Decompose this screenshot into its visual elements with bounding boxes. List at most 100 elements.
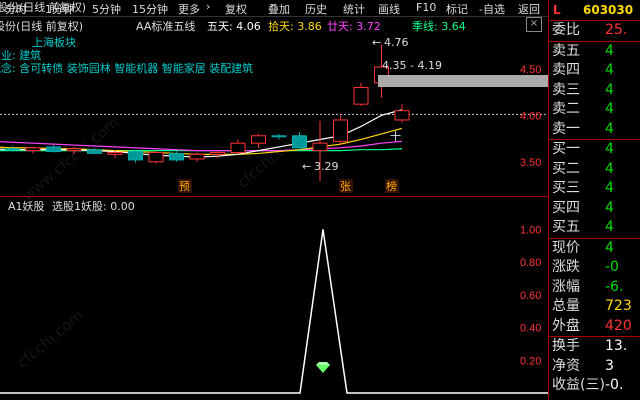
quote-row: 卖一 4 xyxy=(549,120,640,140)
quote-label: 收益(三) xyxy=(552,377,605,393)
quote-label: 卖二 xyxy=(552,101,580,117)
quote-flag: L xyxy=(553,3,561,17)
quote-row: 卖三 4 xyxy=(549,81,640,101)
y-axis-label: 1.00 xyxy=(520,224,541,236)
quote-row: 买四 4 xyxy=(549,199,640,219)
quote-label: 买三 xyxy=(552,180,580,196)
quote-row: 卖二 4 xyxy=(549,100,640,120)
quote-row: 买二 4 xyxy=(549,160,640,180)
ma-info-bar: 金筑股份(日线 前复权) AA标准五线 五天: 4.06 拾天: 3.86 廿天… xyxy=(0,17,548,33)
toolbar-menu: 分时 1分钟 5分钟 15分钟 更多 › 复权 叠加 历史 统计 画线 F10 … xyxy=(0,0,548,17)
quote-value: 4 xyxy=(605,81,614,98)
crosshair-glyph: 十 xyxy=(390,129,401,143)
y-axis-label: 0.20 xyxy=(520,355,541,367)
quote-value: 420 xyxy=(605,317,632,334)
close-icon[interactable]: × xyxy=(526,17,542,32)
quote-label: 净资 xyxy=(552,357,580,374)
price-range-label: 4.35 - 4.19 xyxy=(382,59,442,72)
candle-body xyxy=(353,86,369,105)
btn-overlay[interactable]: 叠加 xyxy=(268,1,290,17)
quote-row: 涨幅 -6. xyxy=(549,278,640,298)
candle-body xyxy=(292,135,307,149)
quote-value: 4 xyxy=(605,101,614,117)
quote-value: 25. xyxy=(605,22,628,38)
candle-body xyxy=(189,153,205,160)
quote-value: 4 xyxy=(605,62,614,78)
tab-more[interactable]: 更多 xyxy=(178,1,200,17)
quote-row: 卖五 4 xyxy=(549,42,640,62)
tab-1min[interactable]: 1分钟 xyxy=(45,1,74,17)
quote-label: 买二 xyxy=(552,160,580,177)
candlestick-chart[interactable]: 4.504.003.50← 4.764.35 - 4.19← 3.29十预张榜 xyxy=(0,33,548,195)
quote-label: 卖一 xyxy=(552,120,580,137)
high-price-label: 4.76 xyxy=(384,36,409,49)
quote-rows: 委比 25. 卖五 4 卖四 4 卖三 4 卖二 4 卖一 4 买一 4 买二 4 买三 4 买四 4 买五 4 现价 4 涨跌… xyxy=(549,21,640,396)
quote-label: 外盘 xyxy=(552,317,580,334)
btn-mark[interactable]: 标记 xyxy=(446,1,468,17)
y-axis-label: 0.80 xyxy=(520,257,541,269)
quote-row: 外盘 420 xyxy=(549,317,640,337)
ma10-value: 拾天: 3.86 xyxy=(268,20,322,33)
quote-row: 卖四 4 xyxy=(549,61,640,81)
diamond-icon xyxy=(316,365,330,373)
quote-row: 总量 723 xyxy=(549,297,640,317)
arrow-icon: ← xyxy=(302,160,311,173)
btn-f10[interactable]: F10 xyxy=(416,1,436,14)
btn-draw-line[interactable]: 画线 xyxy=(378,1,400,17)
signal-marker: 预 xyxy=(179,180,190,193)
btn-back[interactable]: 返回 xyxy=(518,1,540,17)
quote-value: 4 xyxy=(605,239,614,256)
y-axis-label: 3.50 xyxy=(520,157,541,169)
candle-body xyxy=(169,152,184,161)
quote-row: 收益(三) -0. xyxy=(549,376,640,396)
quote-value: 13. xyxy=(605,338,628,354)
quote-header: L 603030 xyxy=(549,0,640,21)
quote-value: 4 xyxy=(605,141,614,157)
candle-body xyxy=(46,146,61,153)
candle-body xyxy=(66,148,82,152)
quote-label: 卖四 xyxy=(552,62,580,78)
tab-5min[interactable]: 5分钟 xyxy=(92,1,121,17)
candle-body xyxy=(333,119,348,142)
quote-row: 买三 4 xyxy=(549,179,640,199)
quote-value: 723 xyxy=(605,298,632,314)
candle-body xyxy=(210,151,225,155)
btn-history[interactable]: 历史 xyxy=(305,1,327,17)
tab-15min[interactable]: 15分钟 xyxy=(132,1,168,17)
quote-value: 4 xyxy=(605,219,614,235)
quote-label: 卖三 xyxy=(552,81,580,98)
arrow-icon: ← xyxy=(372,36,381,49)
quote-label: 买四 xyxy=(552,199,580,216)
quote-label: 换手 xyxy=(552,338,580,354)
candle-body xyxy=(312,142,328,152)
candle-body xyxy=(25,147,41,152)
y-axis-label: 0.40 xyxy=(520,323,541,335)
stock-code[interactable]: 603030 xyxy=(583,0,633,20)
btn-remove-favorite[interactable]: -自选 xyxy=(479,1,505,17)
quote-row: 涨跌 -0 xyxy=(549,258,640,278)
indicator-chart[interactable]: 1.00 0.80 0.60 0.40 0.20 xyxy=(0,197,548,400)
quote-label: 涨幅 xyxy=(552,278,580,295)
indicator-line xyxy=(0,229,548,394)
quote-value: -6. xyxy=(605,278,624,295)
chevron-right-icon[interactable]: › xyxy=(206,0,210,13)
btn-statistics[interactable]: 统计 xyxy=(343,1,365,17)
tab-time-share[interactable]: 分时 xyxy=(5,1,27,17)
quote-label: 买五 xyxy=(552,219,580,235)
candle-body xyxy=(148,151,164,163)
ma60-value: 季线: 3.64 xyxy=(412,20,466,33)
quote-row: 委比 25. xyxy=(549,21,640,41)
quote-value: 4 xyxy=(605,160,614,177)
candle-body xyxy=(230,142,246,153)
quote-row: 换手 13. xyxy=(549,337,640,357)
quote-label: 卖五 xyxy=(552,42,580,59)
quote-value: 3 xyxy=(605,357,614,374)
candle-body xyxy=(271,135,287,138)
ma20-value: 廿天: 3.72 xyxy=(327,20,381,33)
low-price-label: 3.29 xyxy=(314,160,339,173)
btn-restore-rights[interactable]: 复权 xyxy=(225,1,247,17)
indicator-name[interactable]: AA标准五线 xyxy=(136,18,195,33)
chart-title: 金筑股份(日线 前复权) xyxy=(0,20,84,33)
y-axis-label: 4.50 xyxy=(520,64,541,76)
y-axis-label: 0.60 xyxy=(520,290,541,302)
